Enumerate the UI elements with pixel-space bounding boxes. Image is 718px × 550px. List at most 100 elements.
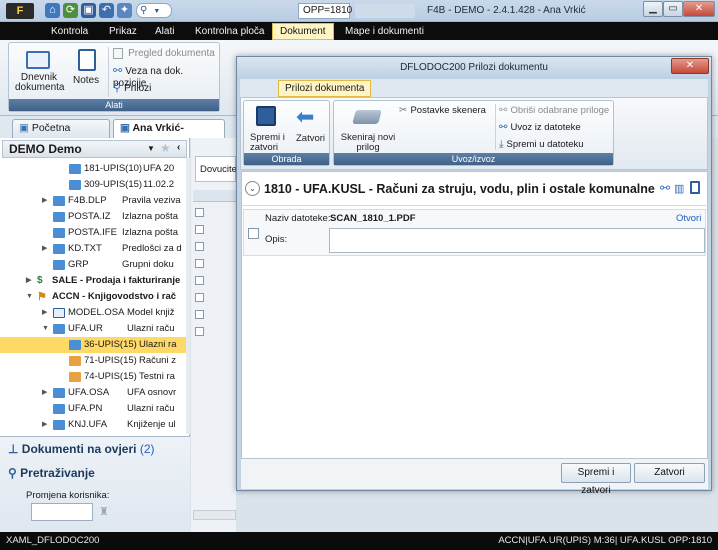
grid-hscrollbar[interactable] bbox=[193, 510, 236, 520]
grid-checkbox[interactable] bbox=[195, 310, 204, 319]
tree-scrollbar[interactable] bbox=[186, 158, 190, 434]
opp-field[interactable]: OPP=1810 bbox=[298, 3, 352, 19]
attachment-checkbox[interactable] bbox=[248, 228, 259, 239]
dokumenti-na-ovjeri[interactable]: ⊥ Dokumenti na ovjeri (2) bbox=[8, 442, 155, 456]
magnifier-icon: ⚲ bbox=[8, 466, 17, 480]
expand-icon[interactable]: ▶ bbox=[42, 241, 47, 257]
minimize-button[interactable]: ▁ bbox=[643, 1, 663, 17]
expand-icon[interactable]: ▶ bbox=[42, 417, 47, 433]
search-box[interactable]: ⚲ ▼ bbox=[136, 3, 172, 18]
zatvori-button[interactable]: ⬅ Zatvori bbox=[290, 105, 328, 151]
org-label: DEMO Demo bbox=[9, 142, 82, 156]
save-icon[interactable]: ▣ bbox=[81, 3, 96, 18]
grid-header bbox=[193, 190, 236, 202]
menu-mape-i-dokumenti[interactable]: Mape i dokumenti bbox=[338, 24, 431, 39]
spremi-zatvori-button[interactable]: Spremi i zatvori bbox=[246, 105, 286, 153]
pretrazivanje[interactable]: ⚲ Pretraživanje bbox=[8, 466, 95, 480]
main-grid: Dovucite bbox=[191, 138, 237, 532]
refresh-icon[interactable]: ⟳ bbox=[63, 3, 78, 18]
notes-button[interactable]: Notes bbox=[69, 49, 105, 93]
clipboard-icon[interactable] bbox=[690, 181, 700, 194]
tree-item-f4b-dlp[interactable]: ▶ F4B.DLP Pravila veziva bbox=[0, 193, 186, 209]
tree-item-ufa-ur[interactable]: ▼ UFA.UR Ulazni raču bbox=[0, 321, 186, 337]
import-icon: ⚯ bbox=[499, 122, 508, 133]
grid-checkbox[interactable] bbox=[195, 293, 204, 302]
ribbon-divider bbox=[495, 104, 496, 150]
tree-item-accn[interactable]: ▼ ⚑ ACCN - Knjigovodstvo i rač bbox=[0, 289, 186, 305]
prilozi-button[interactable]: ⚲ Prilozi bbox=[113, 81, 213, 95]
tree-item-posta-ife[interactable]: POSTA.IFE Izlazna pošta bbox=[0, 225, 186, 241]
tree-item-181[interactable]: 181-UPIS(10) UFA 20 bbox=[0, 161, 186, 177]
grid-checkbox[interactable] bbox=[195, 208, 204, 217]
tree-item-71-upis[interactable]: 71-UPIS(15) Računi z bbox=[0, 353, 186, 369]
grid-checkbox[interactable] bbox=[195, 242, 204, 251]
settings-icon: ✂ bbox=[399, 105, 408, 116]
collapse-panel-icon[interactable]: ‹ bbox=[177, 142, 180, 153]
doc-desc: Računi za struju, vodu, plin i ostale ko… bbox=[376, 182, 655, 196]
tree-item-36-upis[interactable]: 36-UPIS(15) Ulazni ra bbox=[0, 337, 186, 353]
footer-save-button[interactable]: Spremi i zatvori bbox=[561, 463, 631, 496]
expand-icon[interactable]: ▶ bbox=[42, 385, 47, 401]
folder-blue-icon bbox=[69, 340, 81, 350]
user-tab-icon: ▣ bbox=[120, 122, 130, 134]
tab-pocetna[interactable]: ▣ Početna stranica bbox=[12, 119, 110, 151]
status-left: XAML_DFLODOC200 bbox=[6, 535, 100, 546]
book-icon[interactable]: ▥ bbox=[674, 182, 684, 195]
attachment-icon[interactable]: ⚯ bbox=[660, 181, 670, 195]
tab-ana[interactable]: ▣ Ana Vrkić-Smirčić ✕ bbox=[113, 119, 225, 151]
skeniraj-button[interactable]: Skeniraj novi prilog bbox=[336, 104, 396, 153]
grid-checkbox[interactable] bbox=[195, 225, 204, 234]
obrisi-button[interactable]: ⚯ Obriši odabrane priloge bbox=[499, 104, 613, 118]
favorite-star-icon[interactable]: ★ bbox=[160, 141, 171, 155]
folder-orange-icon bbox=[69, 356, 81, 366]
dokumenti-label: Dokumenti na ovjeri bbox=[21, 442, 137, 456]
tree-desc: Ulazni ra bbox=[139, 339, 177, 350]
collapse-section-icon[interactable]: ⌄ bbox=[245, 181, 260, 196]
postavke-skenera-button[interactable]: ✂ Postavke skenera bbox=[399, 104, 495, 118]
expand-icon[interactable]: ▶ bbox=[26, 273, 31, 289]
opis-input[interactable] bbox=[329, 228, 705, 253]
tree-item-kd-txt[interactable]: ▶ KD.TXT Predlošci za d bbox=[0, 241, 186, 257]
grid-checkbox[interactable] bbox=[195, 327, 204, 336]
tree-item-model-osa[interactable]: ▶ MODEL.OSA Model knjiž bbox=[0, 305, 186, 321]
collapse-icon[interactable]: ▼ bbox=[42, 321, 49, 337]
grid-checkbox[interactable] bbox=[195, 276, 204, 285]
tree-item-74-upis[interactable]: 74-UPIS(15) Testni ra bbox=[0, 369, 186, 385]
tree-item-posta-iz[interactable]: POSTA.IZ Izlazna pošta bbox=[0, 209, 186, 225]
org-selector[interactable]: DEMO Demo ▼ ★ ‹ bbox=[2, 140, 187, 158]
org-dropdown-icon[interactable]: ▼ bbox=[147, 144, 155, 153]
collapse-icon[interactable]: ▼ bbox=[26, 289, 33, 305]
tree-item-grp[interactable]: GRP Grupni doku bbox=[0, 257, 186, 273]
tree-item-309[interactable]: 309-UPIS(15) 11.02.2 bbox=[0, 177, 186, 193]
menu-kontrola[interactable]: Kontrola bbox=[44, 24, 95, 39]
uvoz-button[interactable]: ⚯ Uvoz iz datoteke bbox=[499, 121, 609, 135]
maximize-button[interactable]: ▭ bbox=[663, 1, 683, 17]
menu-prikaz[interactable]: Prikaz bbox=[102, 24, 144, 39]
promjena-korisnika-input[interactable] bbox=[31, 503, 93, 521]
grid-checkbox[interactable] bbox=[195, 259, 204, 268]
tree-item-ufa-osa[interactable]: ▶ UFA.OSA UFA osnovr bbox=[0, 385, 186, 401]
veza-button[interactable]: ⚯ Veza na dok. pozicije bbox=[113, 64, 219, 89]
spremi-u-datoteku-button[interactable]: ⤓ Spremi u datoteku bbox=[499, 138, 609, 152]
tree-item-ufa-pn[interactable]: UFA.PN Ulazni raču bbox=[0, 401, 186, 417]
tree-item-sale[interactable]: ▶ $ SALE - Prodaja i fakturiranje bbox=[0, 273, 186, 289]
tree-item-knj-ufa[interactable]: ▶ KNJ.UFA Knjiženje ul bbox=[0, 417, 186, 433]
tab-prilozi-dokumenta[interactable]: Prilozi dokumenta bbox=[278, 80, 372, 97]
otvori-link[interactable]: Otvori bbox=[676, 213, 701, 224]
undo-icon[interactable]: ↶ bbox=[99, 3, 114, 18]
home-icon[interactable]: ⌂ bbox=[45, 3, 60, 18]
menu-alati[interactable]: Alati bbox=[148, 24, 181, 39]
user-change-icon[interactable]: ♜ bbox=[99, 505, 109, 518]
close-button[interactable]: ✕ bbox=[683, 1, 715, 17]
dnevnik-button[interactable]: Dnevnik dokumenta bbox=[13, 49, 64, 99]
pin-icon[interactable]: ✦ bbox=[117, 3, 132, 18]
expand-icon[interactable]: ▶ bbox=[42, 305, 47, 321]
footer-close-button[interactable]: Zatvori bbox=[634, 463, 705, 483]
menu-kontrolna-ploca[interactable]: Kontrolna ploča bbox=[188, 24, 272, 39]
pregled-button[interactable]: Pregled dokumenta bbox=[113, 47, 217, 61]
expand-icon[interactable]: ▶ bbox=[42, 193, 47, 209]
menu-bar: Kontrola Prikaz Alati Kontrolna ploča Do… bbox=[0, 22, 718, 40]
menu-dokument[interactable]: Dokument bbox=[272, 23, 334, 40]
document-heading: 1810 - UFA.KUSL - Računi za struju, vodu… bbox=[264, 182, 660, 196]
dialog-close-button[interactable]: ✕ bbox=[671, 58, 709, 74]
